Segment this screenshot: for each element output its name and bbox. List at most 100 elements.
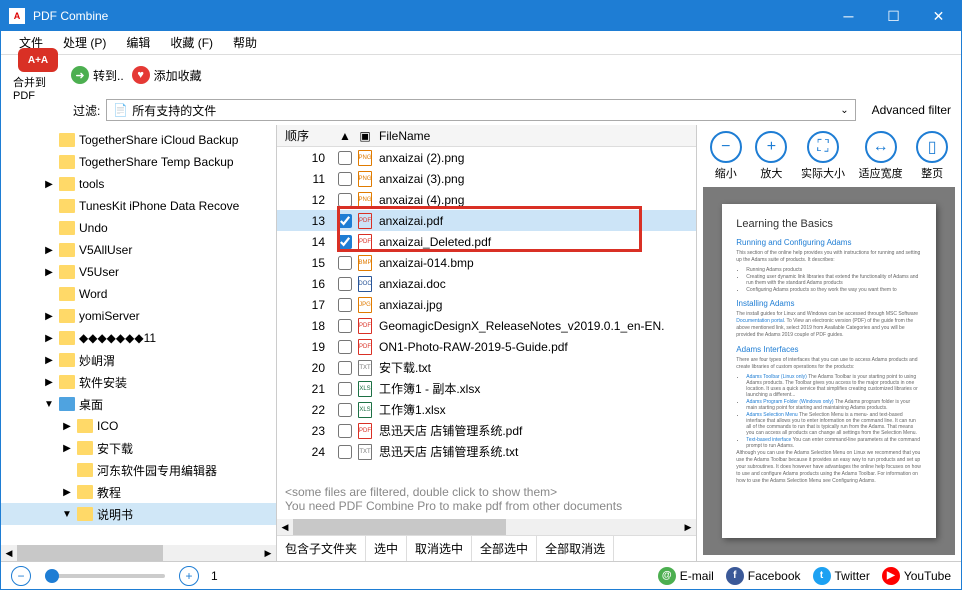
tree-item[interactable]: ▶妙岄渭 xyxy=(1,349,276,371)
file-row[interactable]: 15BMPanxaizai-014.bmp xyxy=(277,252,696,273)
tree-item[interactable]: ▶ICO xyxy=(1,415,276,437)
zoom-out-button[interactable]: −缩小 xyxy=(710,131,742,181)
row-checkbox[interactable] xyxy=(335,256,355,270)
row-checkbox[interactable] xyxy=(335,277,355,291)
row-checkbox[interactable] xyxy=(335,340,355,354)
filter-label: 过滤: xyxy=(73,102,100,119)
row-checkbox[interactable] xyxy=(335,298,355,312)
page-slider[interactable] xyxy=(45,574,165,578)
youtube-link[interactable]: ▶YouTube xyxy=(882,567,951,585)
tree-item[interactable]: ▶软件安装 xyxy=(1,371,276,393)
next-page-button[interactable]: + xyxy=(179,566,199,586)
filter-dropdown[interactable]: 📄 所有支持的文件 ⌄ xyxy=(106,99,855,121)
file-row[interactable]: 18PDFGeomagicDesignX_ReleaseNotes_v2019.… xyxy=(277,315,696,336)
scroll-right-button[interactable]: ▶ xyxy=(260,545,276,561)
scroll-left-button[interactable]: ◀ xyxy=(277,519,293,535)
row-checkbox[interactable] xyxy=(335,361,355,375)
tree-item[interactable]: ▶◆◆◆◆◆◆◆11 xyxy=(1,327,276,349)
tree-item[interactable]: ▶安下载 xyxy=(1,437,276,459)
folder-icon xyxy=(59,133,75,147)
file-row[interactable]: 17JPGanxiazai.jpg xyxy=(277,294,696,315)
file-row[interactable]: 24TXT思迅天店 店铺管理系统.txt xyxy=(277,441,696,462)
goto-button[interactable]: ➜ 转到.. xyxy=(71,66,124,84)
email-link[interactable]: @E-mail xyxy=(658,567,714,585)
select-button[interactable]: 选中 xyxy=(366,536,407,561)
maximize-button[interactable]: ☐ xyxy=(871,1,916,31)
file-row[interactable]: 11PNGanxaizai (3).png xyxy=(277,168,696,189)
col-sort[interactable]: ▲ xyxy=(335,129,355,143)
zoom-in-button[interactable]: +放大 xyxy=(755,131,787,181)
file-row[interactable]: 13PDFanxaizai.pdf xyxy=(277,210,696,231)
scroll-right-button[interactable]: ▶ xyxy=(680,519,696,535)
file-list-header: 顺序 ▲ ▣ FileName xyxy=(277,125,696,147)
tree-scrollbar-horizontal[interactable]: ◀ ▶ xyxy=(1,545,276,561)
tree-item[interactable]: Word xyxy=(1,283,276,305)
tree-item[interactable]: ▶V5AllUser xyxy=(1,239,276,261)
tree-item[interactable]: ▼桌面 xyxy=(1,393,276,415)
tree-item[interactable]: ▶tools xyxy=(1,173,276,195)
folder-icon xyxy=(77,441,93,455)
email-icon: @ xyxy=(658,567,676,585)
row-number: 15 xyxy=(277,256,335,270)
row-checkbox[interactable] xyxy=(335,445,355,459)
row-checkbox[interactable] xyxy=(335,319,355,333)
file-row[interactable]: 20TXT安下载.txt xyxy=(277,357,696,378)
deselect-button[interactable]: 取消选中 xyxy=(407,536,472,561)
row-checkbox[interactable] xyxy=(335,151,355,165)
tree-item[interactable]: TogetherShare Temp Backup xyxy=(1,151,276,173)
actual-size-button[interactable]: ⛶实际大小 xyxy=(801,131,845,181)
file-row[interactable]: 23PDF思迅天店 店铺管理系统.pdf xyxy=(277,420,696,441)
row-checkbox[interactable] xyxy=(335,382,355,396)
tree-item[interactable]: ▼说明书 xyxy=(1,503,276,525)
col-check[interactable]: ▣ xyxy=(355,129,375,143)
tree-item-label: 桌面 xyxy=(79,396,103,413)
tree-item[interactable]: ▶教程 xyxy=(1,481,276,503)
preview-viewport[interactable]: Learning the Basics Running and Configur… xyxy=(703,187,955,555)
file-row[interactable]: 12PNGanxaizai (4).png xyxy=(277,189,696,210)
filter-hint[interactable]: <some files are filtered, double click t… xyxy=(277,479,696,519)
advanced-filter-button[interactable]: Advanced filter xyxy=(862,99,961,121)
folder-icon xyxy=(77,463,93,477)
facebook-link[interactable]: fFacebook xyxy=(726,567,801,585)
menu-help[interactable]: 帮助 xyxy=(223,31,267,54)
file-row[interactable]: 22XLS工作簿1.xlsx xyxy=(277,399,696,420)
filelist-scrollbar-horizontal[interactable]: ◀ ▶ xyxy=(277,519,696,535)
scroll-left-button[interactable]: ◀ xyxy=(1,545,17,561)
tree-item-label: ◆◆◆◆◆◆◆11 xyxy=(79,331,156,345)
col-order[interactable]: 顺序 xyxy=(277,127,335,144)
tree-item[interactable]: TogetherShare iCloud Backup xyxy=(1,129,276,151)
twitter-link[interactable]: tTwitter xyxy=(813,567,870,585)
tree-item[interactable]: Undo xyxy=(1,217,276,239)
row-number: 23 xyxy=(277,424,335,438)
row-checkbox[interactable] xyxy=(335,235,355,249)
row-checkbox[interactable] xyxy=(335,214,355,228)
file-row[interactable]: 10PNGanxaizai (2).png xyxy=(277,147,696,168)
row-checkbox[interactable] xyxy=(335,193,355,207)
deselect-all-button[interactable]: 全部取消选 xyxy=(537,536,614,561)
prev-page-button[interactable]: − xyxy=(11,566,31,586)
tree-item[interactable]: ▶V5User xyxy=(1,261,276,283)
preview-pane: −缩小 +放大 ⛶实际大小 ↔适应宽度 ▯整页 Learning the Bas… xyxy=(697,125,961,561)
menu-favorites[interactable]: 收藏 (F) xyxy=(160,31,223,54)
row-checkbox[interactable] xyxy=(335,424,355,438)
whole-page-button[interactable]: ▯整页 xyxy=(916,131,948,181)
col-filename[interactable]: FileName xyxy=(375,129,696,143)
select-all-button[interactable]: 全部选中 xyxy=(472,536,537,561)
close-button[interactable]: ✕ xyxy=(916,1,961,31)
row-checkbox[interactable] xyxy=(335,172,355,186)
tree-item[interactable]: 河东软件园专用编辑器 xyxy=(1,459,276,481)
file-row[interactable]: 21XLS工作簿1 - 副本.xlsx xyxy=(277,378,696,399)
combine-pdf-button[interactable]: A+A 合并到 PDF xyxy=(13,48,63,102)
minimize-button[interactable]: ─ xyxy=(826,1,871,31)
fit-width-button[interactable]: ↔适应宽度 xyxy=(859,131,903,181)
file-row[interactable]: 14PDFanxaizai_Deleted.pdf xyxy=(277,231,696,252)
file-row[interactable]: 16DOCanxiazai.doc xyxy=(277,273,696,294)
menu-edit[interactable]: 编辑 xyxy=(116,31,160,54)
row-checkbox[interactable] xyxy=(335,403,355,417)
add-favorite-button[interactable]: ♥ 添加收藏 xyxy=(132,66,202,84)
include-subfolders-button[interactable]: 包含子文件夹 xyxy=(277,536,366,561)
folder-icon xyxy=(59,331,75,345)
file-row[interactable]: 19PDFON1-Photo-RAW-2019-5-Guide.pdf xyxy=(277,336,696,357)
tree-item[interactable]: ▶yomiServer xyxy=(1,305,276,327)
tree-item[interactable]: TunesKit iPhone Data Recove xyxy=(1,195,276,217)
